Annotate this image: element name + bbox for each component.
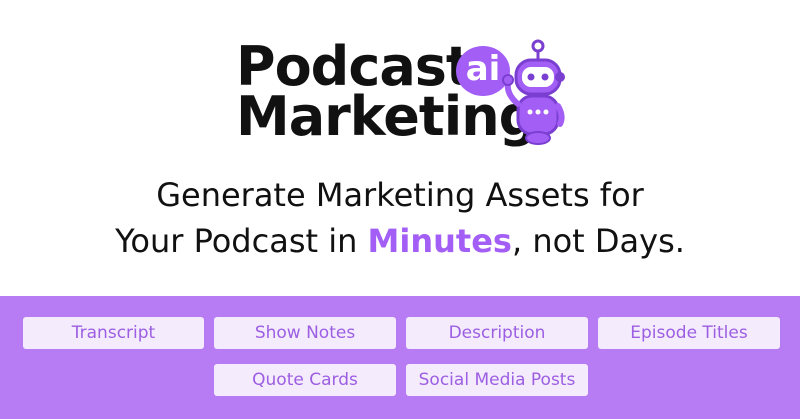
logo: Podcast Marketing ai (236, 38, 566, 148)
headline: Generate Marketing Assets for Your Podca… (0, 172, 800, 264)
chip-description[interactable]: Description (406, 317, 588, 349)
chip-transcript[interactable]: Transcript (23, 317, 204, 349)
headline-accent-word: Minutes (367, 222, 512, 260)
chip-social-media-posts[interactable]: Social Media Posts (406, 364, 588, 396)
features-band: Transcript Show Notes Description Episod… (0, 296, 800, 419)
chip-quote-cards[interactable]: Quote Cards (214, 364, 396, 396)
chip-episode-titles[interactable]: Episode Titles (598, 317, 780, 349)
headline-line-1: Generate Marketing Assets for (156, 176, 644, 214)
headline-line-2: Your Podcast in Minutes, not Days. (0, 218, 800, 264)
headline-line-2-end: , not Days. (511, 222, 685, 260)
headline-line-2-start: Your Podcast in (115, 222, 368, 260)
robot-mascot-icon (502, 39, 565, 145)
logo-word-marketing: Marketing (236, 85, 537, 148)
chip-show-notes[interactable]: Show Notes (214, 317, 396, 349)
